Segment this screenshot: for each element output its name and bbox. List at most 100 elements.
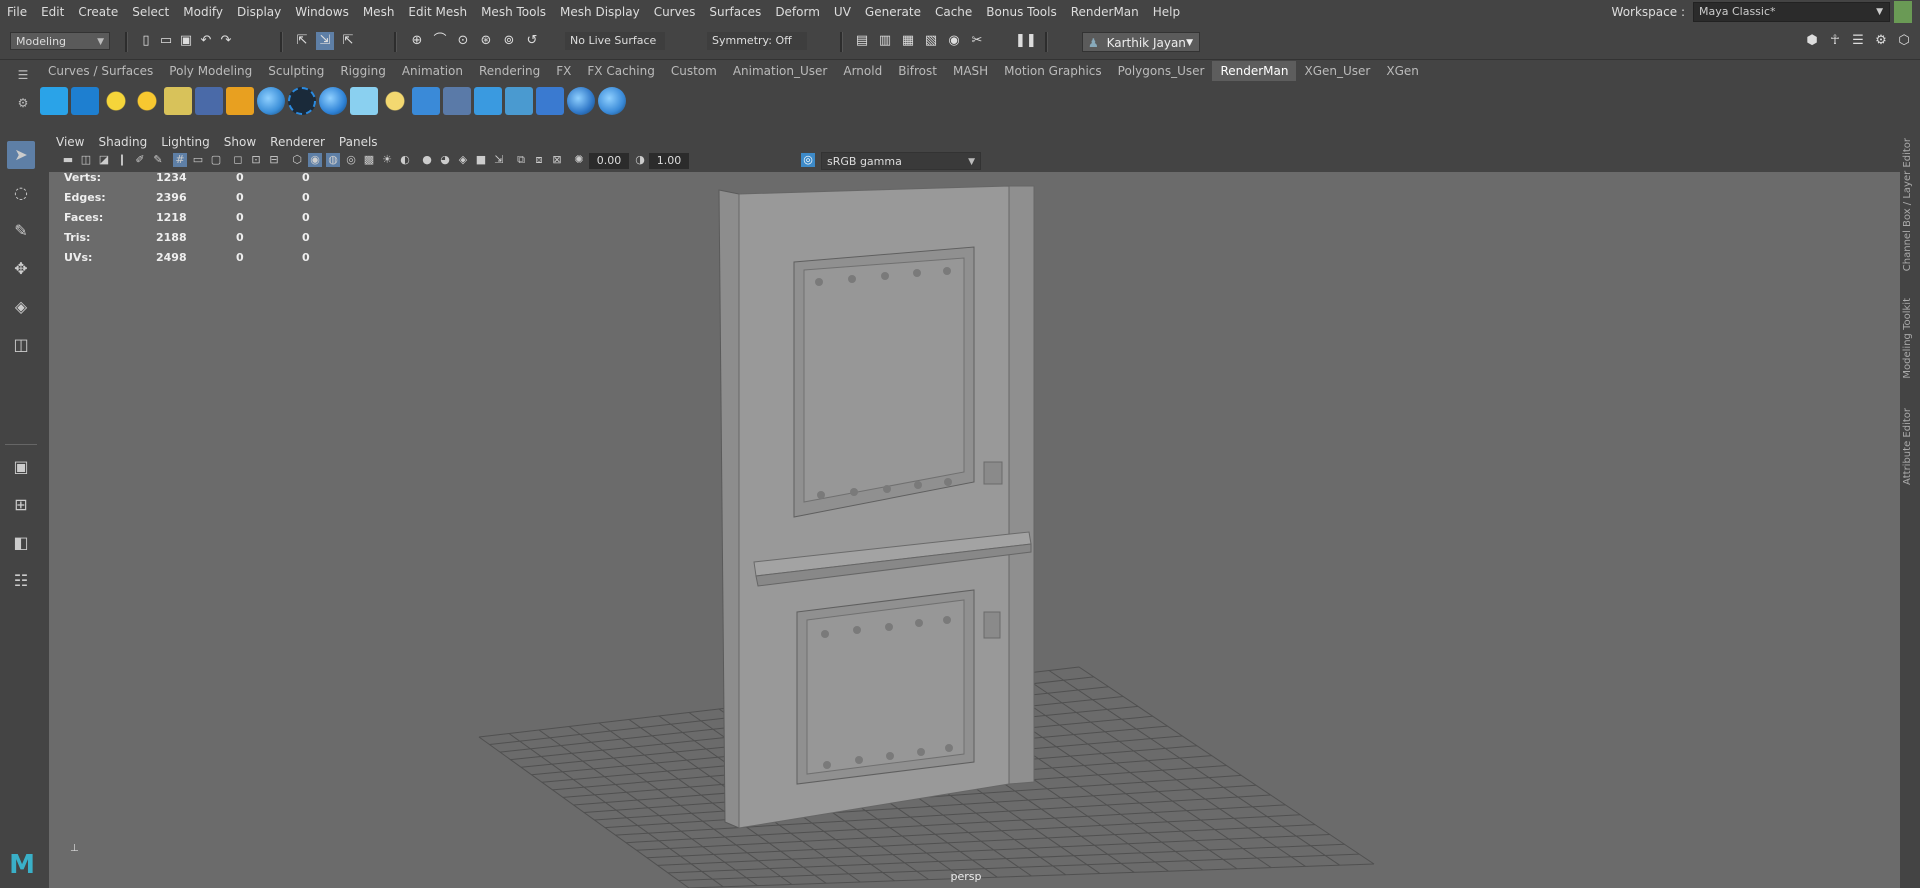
image-plane-icon[interactable]: ❙ (115, 153, 129, 167)
shelf-tab-fx[interactable]: FX (548, 61, 579, 81)
menu-mesh[interactable]: Mesh (356, 0, 402, 24)
panel-menu-view[interactable]: View (49, 133, 91, 151)
rfm-settings-icon[interactable] (567, 87, 595, 115)
shadows-icon[interactable]: ◐ (398, 153, 412, 167)
moon-icon[interactable] (474, 87, 502, 115)
depth-of-field-icon[interactable]: ⇲ (492, 153, 506, 167)
shelf-tab-sculpting[interactable]: Sculpting (260, 61, 332, 81)
lock-icon[interactable] (1894, 1, 1912, 23)
menu-renderman[interactable]: RenderMan (1064, 0, 1146, 24)
hud-icon[interactable]: ⧈ (532, 153, 546, 167)
menu-edit[interactable]: Edit (34, 0, 71, 24)
hypershade-icon[interactable]: ◉ (945, 32, 963, 50)
menu-curves[interactable]: Curves (647, 0, 703, 24)
safe-action-icon[interactable]: ⊟ (267, 153, 281, 167)
menu-bonus-tools[interactable]: Bonus Tools (979, 0, 1063, 24)
character-icon[interactable]: ☥ (1826, 32, 1844, 50)
snap-surface-icon[interactable]: ⊚ (500, 32, 518, 50)
daylight-icon[interactable] (195, 87, 223, 115)
two-d-pan-icon[interactable]: ✐ (133, 153, 147, 167)
redo-icon[interactable]: ↷ (217, 32, 235, 50)
sidebar-tab-channel-box-layer-editor[interactable]: Channel Box / Layer Editor (1902, 138, 1913, 271)
xray-icon[interactable]: ▩ (362, 153, 376, 167)
volume-aggregate-icon[interactable] (288, 87, 316, 115)
menu-modify[interactable]: Modify (176, 0, 230, 24)
snap-live-icon[interactable]: ↺ (523, 32, 541, 50)
resolution-gate-icon[interactable]: ▢ (209, 153, 223, 167)
menu-create[interactable]: Create (71, 0, 125, 24)
frame-icon[interactable]: ⊠ (550, 153, 564, 167)
open-scene-icon[interactable]: ▭ (157, 32, 175, 50)
panel-menu-show[interactable]: Show (217, 133, 263, 151)
panel-menu-shading[interactable]: Shading (91, 133, 154, 151)
menu-windows[interactable]: Windows (288, 0, 356, 24)
info-icon[interactable] (319, 87, 347, 115)
shelf-menu-icon[interactable]: ☰ (14, 68, 32, 82)
shelf-tab-xgen[interactable]: XGen (1378, 61, 1427, 81)
menu-select[interactable]: Select (125, 0, 176, 24)
undo-icon[interactable]: ↶ (197, 32, 215, 50)
select-tool-icon[interactable]: ➤ (7, 141, 35, 169)
render-frame-icon[interactable]: ▥ (876, 32, 894, 50)
shelf-tab-bifrost[interactable]: Bifrost (890, 61, 945, 81)
grease-pencil-icon[interactable]: ✎ (151, 153, 165, 167)
menu-mesh-tools[interactable]: Mesh Tools (474, 0, 553, 24)
panel-menu-renderer[interactable]: Renderer (263, 133, 332, 151)
shelf-tab-animation-user[interactable]: Animation_User (725, 61, 836, 81)
gamma-icon[interactable]: ◑ (633, 153, 647, 167)
new-scene-icon[interactable]: ▯ (137, 32, 155, 50)
tool-settings-icon[interactable]: ⚙ (1872, 32, 1890, 50)
menu-mesh-display[interactable]: Mesh Display (553, 0, 647, 24)
image-tool-icon[interactable] (505, 87, 533, 115)
shelf-tab-curves-surfaces[interactable]: Curves / Surfaces (40, 61, 161, 81)
symmetry-dropdown[interactable]: Symmetry: Off (707, 32, 807, 50)
move-tool-icon[interactable]: ✥ (7, 255, 35, 283)
menu-display[interactable]: Display (230, 0, 288, 24)
use-all-lights-icon[interactable]: ☀ (380, 153, 394, 167)
textured-icon[interactable]: ◎ (344, 153, 358, 167)
render-settings-icon[interactable]: ▧ (922, 32, 940, 50)
view-transform-dropdown[interactable]: sRGB gamma ▼ (821, 152, 981, 170)
rotate-tool-icon[interactable]: ◈ (7, 293, 35, 321)
menu-cache[interactable]: Cache (928, 0, 979, 24)
mode-menu-dropdown[interactable]: Modeling ▼ (10, 32, 110, 50)
shelf-tab-xgen-user[interactable]: XGen_User (1296, 61, 1378, 81)
texture-manager-icon[interactable] (443, 87, 471, 115)
pxr-surface-icon[interactable] (226, 87, 254, 115)
wireframe-on-shaded-icon[interactable]: ◍ (326, 153, 340, 167)
shelf-tab-renderman[interactable]: RenderMan (1212, 61, 1297, 81)
menu-uv[interactable]: UV (827, 0, 858, 24)
layout-single-icon[interactable]: ▣ (7, 453, 35, 481)
bookmark-icon[interactable]: ◪ (97, 153, 111, 167)
antialiasing-icon[interactable]: ■ (474, 153, 488, 167)
point-light-icon[interactable] (102, 87, 130, 115)
snap-view-icon[interactable]: ⊛ (477, 32, 495, 50)
scale-tool-icon[interactable]: ◫ (7, 331, 35, 359)
panel-menu-panels[interactable]: Panels (332, 133, 385, 151)
bulb-icon[interactable] (381, 87, 409, 115)
select-object-icon[interactable]: ⇲ (316, 32, 334, 50)
shelf-tab-polygons-user[interactable]: Polygons_User (1110, 61, 1213, 81)
render-setup-icon[interactable]: ✂ (968, 32, 986, 50)
gamma-field[interactable]: 1.00 (649, 153, 689, 169)
xray-joints-icon[interactable]: ◕ (438, 153, 452, 167)
color-management-icon[interactable]: ◎ (801, 153, 815, 167)
layout-four-icon[interactable]: ⊞ (7, 491, 35, 519)
sidebar-tab-attribute-editor[interactable]: Attribute Editor (1902, 408, 1913, 485)
stats-chart-icon[interactable] (536, 87, 564, 115)
snap-grid-icon[interactable]: ⊕ (408, 32, 426, 50)
shelf-tab-custom[interactable]: Custom (663, 61, 725, 81)
select-hierarchy-icon[interactable]: ⇱ (293, 32, 311, 50)
exposure-icon[interactable]: ✺ (572, 153, 586, 167)
attribute-editor-icon[interactable]: ☰ (1849, 32, 1867, 50)
menu-edit-mesh[interactable]: Edit Mesh (401, 0, 474, 24)
menu-file[interactable]: File (0, 0, 34, 24)
sun-light-icon[interactable] (133, 87, 161, 115)
help-icon[interactable] (598, 87, 626, 115)
shelf-tab-fx-caching[interactable]: FX Caching (579, 61, 662, 81)
isolate-icon[interactable]: ⧉ (514, 153, 528, 167)
exposure-field[interactable]: 0.00 (589, 153, 629, 169)
paint-select-icon[interactable]: ✎ (7, 217, 35, 245)
shelf-tab-animation[interactable]: Animation (394, 61, 471, 81)
viewport-3d[interactable] (49, 172, 1901, 888)
